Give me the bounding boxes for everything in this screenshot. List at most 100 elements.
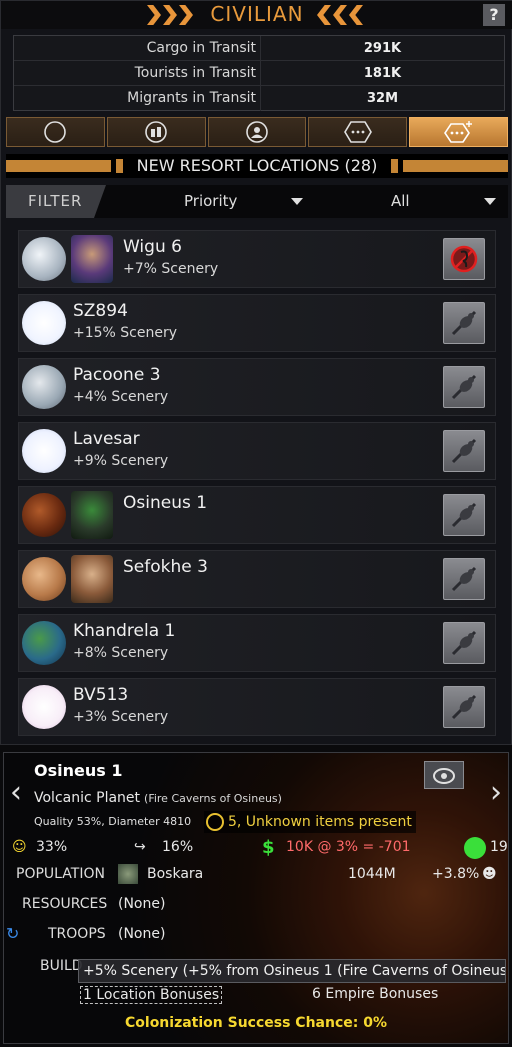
troops-label: TROOPS <box>48 926 106 942</box>
transit-label: Cargo in Transit <box>146 40 256 56</box>
resources-row: RESOURCES (None) <box>4 893 508 917</box>
chevron-down-icon <box>484 198 496 205</box>
people-icon: ☻ <box>482 866 497 882</box>
empire-bonuses-link[interactable]: 6 Empire Bonuses <box>312 986 438 1002</box>
transit-value: 181K <box>260 61 504 86</box>
build-resort-button[interactable] <box>443 302 485 344</box>
transit-label: Migrants in Transit <box>127 90 256 106</box>
chevron-down-icon <box>291 198 303 205</box>
list-item[interactable]: SZ894 +15% Scenery <box>18 294 496 352</box>
stats-row: ☺ 33% ↪ 16% $ 10K @ 3% = -701 19 <box>4 837 508 859</box>
buildings-icon <box>145 121 167 143</box>
planet-type-label: Volcanic Planet <box>34 790 141 806</box>
section-header: NEW RESORT LOCATIONS (28) <box>6 154 508 178</box>
planet-icon <box>22 301 66 345</box>
unknown-items[interactable]: 5, Unknown items present <box>204 811 416 833</box>
type-dropdown[interactable]: All <box>311 185 508 218</box>
income-value: 10K @ 3% = -701 <box>286 839 411 855</box>
location-name: BV513 <box>73 685 129 705</box>
mood-value: 19 <box>490 839 508 855</box>
action-button[interactable] <box>443 238 485 280</box>
hexagon-dots-icon <box>343 121 372 143</box>
build-icon <box>451 374 477 400</box>
list-item[interactable]: Sefokhe 3 <box>18 550 496 608</box>
list-item[interactable]: Pacoone 3 +4% Scenery <box>18 358 496 416</box>
location-title: Osineus 1 <box>34 761 123 780</box>
theatre-masks-icon: ☺ <box>12 839 27 855</box>
population-race: Boskara <box>147 866 204 882</box>
race-avatar-icon <box>118 864 138 884</box>
location-detail-panel: ‹ › Osineus 1 Volcanic Planet (Fire Caver… <box>3 752 509 1044</box>
location-name: Pacoone 3 <box>73 365 161 385</box>
population-growth: +3.8% <box>432 866 480 882</box>
population-value: 1044M <box>348 866 396 882</box>
build-icon <box>451 502 477 528</box>
person-icon <box>246 121 268 143</box>
eye-icon <box>433 768 455 784</box>
location-name: Lavesar <box>73 429 140 449</box>
location-bonus: +8% Scenery <box>73 645 169 661</box>
transit-row-cargo: Cargo in Transit 291K <box>14 36 504 61</box>
race-portrait-icon <box>71 235 113 283</box>
panel-header: CIVILIAN ? <box>1 1 512 29</box>
tab-circle[interactable] <box>6 117 105 147</box>
build-icon <box>451 438 477 464</box>
tab-buildings[interactable] <box>106 117 206 147</box>
view-button[interactable] <box>424 761 464 789</box>
help-button[interactable]: ? <box>483 4 505 26</box>
location-bonus: +15% Scenery <box>73 325 178 341</box>
panel-title: CIVILIAN <box>210 2 304 26</box>
transit-label: Tourists in Transit <box>134 65 256 81</box>
list-item[interactable]: BV513 +3% Scenery <box>18 678 496 736</box>
hexagon-plus-icon <box>443 121 472 143</box>
planet-type: Volcanic Planet (Fire Caverns of Osineus) <box>34 790 282 806</box>
troops-row: ↻ TROOPS (None) <box>4 923 508 947</box>
tab-resort-locations[interactable] <box>409 117 508 147</box>
crime-value: 16% <box>162 839 194 855</box>
build-resort-button[interactable] <box>443 366 485 408</box>
location-bonuses-link[interactable]: 1 Location Bonuses <box>80 986 223 1004</box>
list-item[interactable]: Wigu 6 +7% Scenery <box>18 230 496 288</box>
build-resort-button[interactable] <box>443 558 485 600</box>
blocked-icon <box>450 245 478 273</box>
civilian-panel: CIVILIAN ? Cargo in Transit 291K Tourist… <box>0 0 512 745</box>
dollar-icon: $ <box>262 837 275 858</box>
location-bonus: +3% Scenery <box>73 709 169 725</box>
transit-row-tourists: Tourists in Transit 181K <box>14 61 504 86</box>
tab-person[interactable] <box>207 117 307 147</box>
planet-icon <box>22 237 66 281</box>
filter-label: FILTER <box>6 185 106 218</box>
planet-icon <box>22 429 66 473</box>
category-tabs <box>6 117 508 147</box>
refresh-icon[interactable]: ↻ <box>6 924 19 943</box>
build-resort-button[interactable] <box>443 686 485 728</box>
location-name: Sefokhe 3 <box>123 557 208 577</box>
planet-icon <box>22 685 66 729</box>
list-item[interactable]: Osineus 1 <box>18 486 496 544</box>
chevron-right-decoration <box>317 5 363 25</box>
build-icon <box>451 694 477 720</box>
unknown-items-text: 5, Unknown items present <box>228 814 412 830</box>
planet-subtype: (Fire Caverns of Osineus) <box>144 792 282 805</box>
bonus-tooltip: +5% Scenery (+5% from Osineus 1 (Fire Ca… <box>78 959 506 983</box>
race-portrait-icon <box>71 491 113 539</box>
planet-icon <box>22 557 66 601</box>
population-label: POPULATION <box>16 866 105 882</box>
resources-value: (None) <box>118 896 166 912</box>
location-bonus: +9% Scenery <box>73 453 169 469</box>
next-arrow-icon[interactable]: › <box>490 778 502 808</box>
list-item[interactable]: Khandrela 1 +8% Scenery <box>18 614 496 672</box>
build-resort-button[interactable] <box>443 430 485 472</box>
type-dropdown-value: All <box>391 192 410 210</box>
build-resort-button[interactable] <box>443 494 485 536</box>
location-name: Osineus 1 <box>123 493 208 513</box>
build-icon <box>451 630 477 656</box>
previous-arrow-icon[interactable]: ‹ <box>10 778 22 808</box>
build-icon <box>451 566 477 592</box>
filter-bar: FILTER Priority All <box>6 185 508 218</box>
list-item[interactable]: Lavesar +9% Scenery <box>18 422 496 480</box>
resources-label: RESOURCES <box>22 896 108 912</box>
sort-dropdown[interactable]: Priority <box>111 185 311 218</box>
build-resort-button[interactable] <box>443 622 485 664</box>
tab-hexagon[interactable] <box>308 117 408 147</box>
